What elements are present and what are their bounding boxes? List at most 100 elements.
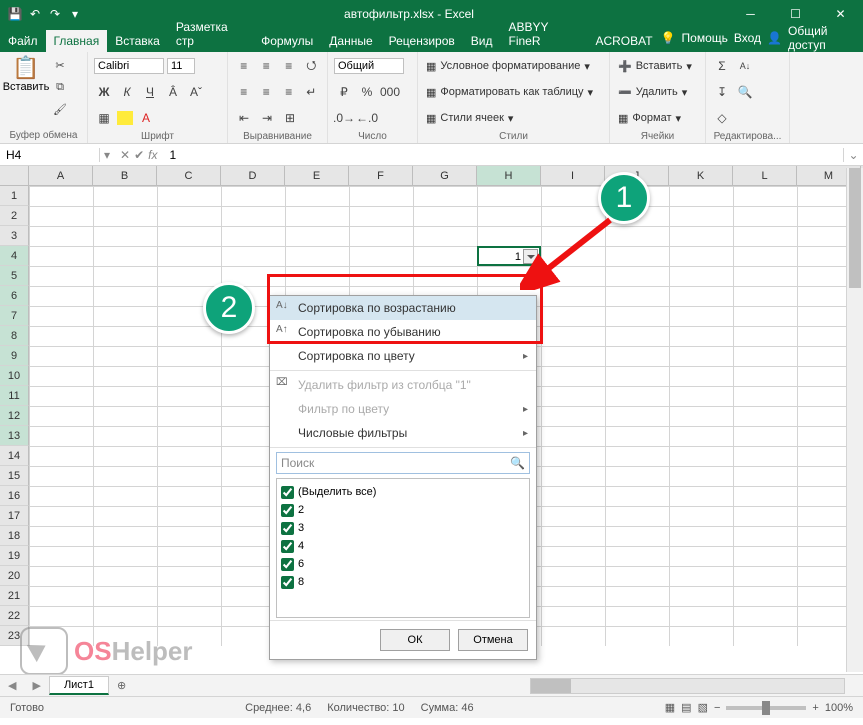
fill-color-icon[interactable] xyxy=(117,111,133,125)
italic-button[interactable]: К xyxy=(117,82,137,102)
share-button[interactable]: Общий доступ xyxy=(788,24,857,52)
cell-styles-button[interactable]: ▦Стили ячеек▾ xyxy=(424,107,603,129)
col-header-D[interactable]: D xyxy=(221,166,285,185)
cond-format-button[interactable]: ▦Условное форматирование▾ xyxy=(424,55,603,77)
format-cells-button[interactable]: ▦Формат▾ xyxy=(616,107,699,129)
tab-home[interactable]: Главная xyxy=(46,30,108,52)
tab-insert[interactable]: Вставка xyxy=(107,30,168,52)
row-header-9[interactable]: 9 xyxy=(0,346,29,366)
tab-review[interactable]: Рецензиров xyxy=(381,30,463,52)
fx-icon[interactable]: fx xyxy=(148,148,157,162)
merge-icon[interactable]: ⊞ xyxy=(280,108,300,128)
zoom-in-icon[interactable]: + xyxy=(812,702,818,714)
row-header-21[interactable]: 21 xyxy=(0,586,29,606)
paste-button[interactable]: 📋 Вставить xyxy=(6,55,46,128)
bold-button[interactable]: Ж xyxy=(94,82,114,102)
align-right-icon[interactable]: ≡ xyxy=(279,82,299,102)
font-color-icon[interactable]: A xyxy=(136,108,156,128)
sort-desc-item[interactable]: A↑ Сортировка по убыванию xyxy=(270,320,536,344)
borders-icon[interactable]: ▦ xyxy=(94,108,114,128)
currency-icon[interactable]: ₽ xyxy=(334,82,354,102)
name-box-dropdown-icon[interactable]: ▾ xyxy=(100,148,114,162)
row-header-1[interactable]: 1 xyxy=(0,186,29,206)
clear-icon[interactable]: ◇ xyxy=(712,108,732,128)
view-normal-icon[interactable]: ▦ xyxy=(665,701,675,714)
expand-formula-bar-icon[interactable]: ⌄ xyxy=(843,148,863,162)
dec-decimal-icon[interactable]: ←.0 xyxy=(357,108,377,128)
row-header-4[interactable]: 4 xyxy=(0,246,29,266)
horizontal-scrollbar[interactable] xyxy=(530,678,845,694)
row-header-19[interactable]: 19 xyxy=(0,546,29,566)
col-header-H[interactable]: H xyxy=(477,166,541,185)
row-header-5[interactable]: 5 xyxy=(0,266,29,286)
row-header-22[interactable]: 22 xyxy=(0,606,29,626)
zoom-out-icon[interactable]: − xyxy=(714,702,720,714)
align-top-icon[interactable]: ≡ xyxy=(234,56,254,76)
grow-font-icon[interactable]: Â xyxy=(163,82,183,102)
tab-formulas[interactable]: Формулы xyxy=(253,30,321,52)
row-header-10[interactable]: 10 xyxy=(0,366,29,386)
align-center-icon[interactable]: ≡ xyxy=(257,82,277,102)
comma-icon[interactable]: 000 xyxy=(380,82,400,102)
zoom-level[interactable]: 100% xyxy=(825,702,853,714)
tab-file[interactable]: Файл xyxy=(0,30,46,52)
delete-cells-button[interactable]: ➖Удалить▾ xyxy=(616,81,699,103)
redo-icon[interactable]: ↷ xyxy=(48,7,62,21)
autosum-icon[interactable]: Σ xyxy=(712,56,732,76)
row-header-7[interactable]: 7 xyxy=(0,306,29,326)
tab-acrobat[interactable]: ACROBAT xyxy=(587,30,660,52)
tab-pagelayout[interactable]: Разметка стр xyxy=(168,16,253,52)
shrink-font-icon[interactable]: Aˇ xyxy=(186,82,206,102)
formula-input[interactable]: 1 xyxy=(164,148,844,162)
row-header-8[interactable]: 8 xyxy=(0,326,29,346)
find-icon[interactable]: 🔍 xyxy=(735,82,755,102)
indent-dec-icon[interactable]: ⇤ xyxy=(234,108,254,128)
row-header-6[interactable]: 6 xyxy=(0,286,29,306)
format-painter-icon[interactable]: 🖌 xyxy=(50,99,70,119)
add-sheet-button[interactable]: ⊕ xyxy=(109,679,134,692)
underline-button[interactable]: Ч xyxy=(140,82,160,102)
row-header-17[interactable]: 17 xyxy=(0,506,29,526)
row-header-3[interactable]: 3 xyxy=(0,226,29,246)
row-header-15[interactable]: 15 xyxy=(0,466,29,486)
vertical-scrollbar[interactable] xyxy=(846,168,863,672)
inc-decimal-icon[interactable]: .0→ xyxy=(334,108,354,128)
number-filters-item[interactable]: Числовые фильтры▸ xyxy=(270,421,536,445)
zoom-slider[interactable] xyxy=(726,706,806,710)
row-header-2[interactable]: 2 xyxy=(0,206,29,226)
sort-by-color-item[interactable]: Сортировка по цвету▸ xyxy=(270,344,536,368)
align-middle-icon[interactable]: ≡ xyxy=(257,56,277,76)
sheet-tab[interactable]: Лист1 xyxy=(49,676,109,695)
row-header-18[interactable]: 18 xyxy=(0,526,29,546)
cut-icon[interactable]: ✂ xyxy=(50,55,70,75)
row-header-13[interactable]: 13 xyxy=(0,426,29,446)
tell-me-label[interactable]: Помощь xyxy=(682,31,728,45)
number-format-select[interactable]: Общий xyxy=(334,58,404,74)
font-size-select[interactable]: 11 xyxy=(167,58,195,74)
qat-more-icon[interactable]: ▾ xyxy=(68,7,82,21)
undo-icon[interactable]: ↶ xyxy=(28,7,42,21)
col-header-E[interactable]: E xyxy=(285,166,349,185)
indent-inc-icon[interactable]: ⇥ xyxy=(257,108,277,128)
filter-value-checkbox[interactable]: 3 xyxy=(281,519,525,537)
select-all-checkbox[interactable]: (Выделить все) xyxy=(281,483,525,501)
col-header-C[interactable]: C xyxy=(157,166,221,185)
view-pagebreak-icon[interactable]: ▧ xyxy=(698,701,708,714)
wrap-text-icon[interactable]: ↵ xyxy=(302,82,322,102)
align-left-icon[interactable]: ≡ xyxy=(234,82,254,102)
format-as-table-button[interactable]: ▦Форматировать как таблицу▾ xyxy=(424,81,603,103)
tell-me-icon[interactable]: 💡 xyxy=(661,31,676,45)
view-layout-icon[interactable]: ▤ xyxy=(681,701,691,714)
save-icon[interactable]: 💾 xyxy=(8,7,22,21)
cancel-formula-icon[interactable]: ✕ xyxy=(120,148,130,162)
enter-formula-icon[interactable]: ✔ xyxy=(134,148,144,162)
sheet-nav-prev-icon[interactable]: ◀ xyxy=(0,679,24,692)
filter-value-checkbox[interactable]: 6 xyxy=(281,555,525,573)
filter-value-checkbox[interactable]: 4 xyxy=(281,537,525,555)
fill-icon[interactable]: ↧ xyxy=(712,82,732,102)
percent-icon[interactable]: % xyxy=(357,82,377,102)
col-header-B[interactable]: B xyxy=(93,166,157,185)
col-header-A[interactable]: A xyxy=(29,166,93,185)
tab-view[interactable]: Вид xyxy=(463,30,501,52)
filter-value-checkbox[interactable]: 2 xyxy=(281,501,525,519)
